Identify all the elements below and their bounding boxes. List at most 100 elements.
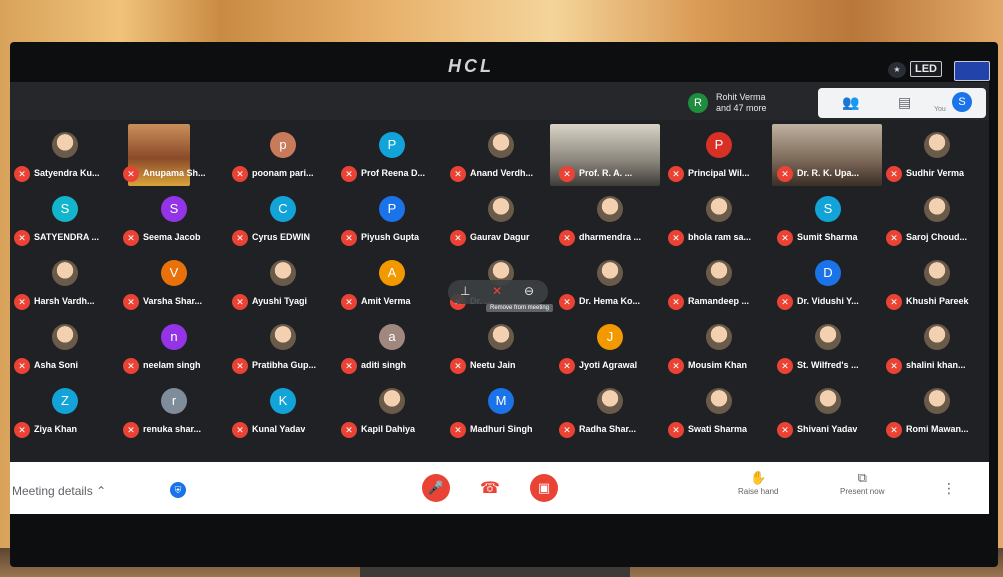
participant-name: SATYENDRA ... (34, 232, 100, 242)
participant-tile[interactable]: Z ✕ Ziya Khan (10, 380, 122, 442)
mic-muted-icon: ✕ (559, 422, 575, 438)
mic-muted-icon: ✕ (559, 230, 575, 246)
participant-tile[interactable]: ✕ bhola ram sa... (664, 188, 776, 250)
participant-tile[interactable]: ✕ Ramandeep ... (664, 252, 776, 314)
mic-muted-icon: ✕ (559, 166, 575, 182)
participant-tile[interactable]: ✕ Satyendra Ku... (10, 124, 122, 186)
participant-tile[interactable]: S ✕ SATYENDRA ... (10, 188, 122, 250)
security-shield-icon[interactable]: ⛨ (170, 482, 186, 498)
participant-tile[interactable]: ✕ Sudhir Verma (882, 124, 989, 186)
participant-tile[interactable]: C ✕ Cyrus EDWIN (228, 188, 340, 250)
mic-muted-icon: ✕ (341, 294, 357, 310)
participant-tile[interactable]: ✕ Neetu Jain (446, 316, 558, 378)
participant-tile[interactable]: J ✕ Jyoti Agrawal (555, 316, 667, 378)
participant-tile[interactable]: n ✕ neelam singh (119, 316, 231, 378)
participant-name: Kapil Dahiya (361, 424, 416, 434)
mic-muted-icon: ✕ (886, 358, 902, 374)
participant-tile[interactable]: ✕ Gaurav Dagur (446, 188, 558, 250)
mic-muted-icon: ✕ (886, 166, 902, 182)
participant-avatar (815, 324, 841, 350)
participant-tile[interactable]: ✕ Kapil Dahiya (337, 380, 449, 442)
participant-tile[interactable]: ✕ dharmendra ... (555, 188, 667, 250)
participant-avatar (488, 132, 514, 158)
participant-name: Seema Jacob (143, 232, 201, 242)
mute-participant-icon[interactable]: ✕ (492, 284, 502, 298)
participant-avatar (706, 196, 732, 222)
participant-avatar: a (379, 324, 405, 350)
participant-tile[interactable]: ✕ Swati Sharma (664, 380, 776, 442)
participant-tile[interactable]: ✕ Anupama Sh... (119, 124, 231, 186)
participant-tile[interactable]: ✕ Dr. R. K. Upa... (773, 124, 885, 186)
participant-tile[interactable]: P ✕ Prof Reena D... (337, 124, 449, 186)
mic-muted-icon: ✕ (886, 294, 902, 310)
participant-tile[interactable]: ✕ Mousim Khan (664, 316, 776, 378)
participant-tile[interactable]: ✕ Prof. R. A. ... (555, 124, 667, 186)
participant-name: dharmendra ... (579, 232, 642, 242)
participant-tile[interactable]: P ✕ Principal Wil... (664, 124, 776, 186)
participant-avatar: r (161, 388, 187, 414)
meeting-details-button[interactable]: Meeting details ⌃ (12, 484, 106, 498)
participant-tile[interactable]: ✕ Anand Verdh... (446, 124, 558, 186)
mic-off-icon: 🎤 (427, 480, 445, 495)
participant-name: Romi Mawan... (906, 424, 969, 434)
participant-avatar (924, 196, 950, 222)
people-icon[interactable]: 👥 (842, 94, 859, 111)
participant-avatar: P (379, 132, 405, 158)
participant-tile[interactable]: ✕ Harsh Vardh... (10, 252, 122, 314)
participant-tile[interactable]: r ✕ renuka shar... (119, 380, 231, 442)
more-options-icon[interactable]: ⋮ (942, 480, 956, 497)
participant-tile[interactable]: ✕ St. Wilfred's ... (773, 316, 885, 378)
participant-tile[interactable]: ✕ shalini khan... (882, 316, 989, 378)
participant-tile[interactable]: a ✕ aditi singh (337, 316, 449, 378)
mic-muted-icon: ✕ (14, 422, 30, 438)
participant-tile[interactable]: P ✕ Piyush Gupta (337, 188, 449, 250)
meeting-details-label: Meeting details (12, 484, 93, 498)
participant-name: Sudhir Verma (906, 168, 965, 178)
self-avatar[interactable]: S (952, 92, 972, 112)
present-icon: ⧉ (857, 470, 867, 485)
participant-name: renuka shar... (143, 424, 202, 434)
mic-muted-icon: ✕ (232, 422, 248, 438)
participant-tile[interactable]: p ✕ poonam pari... (228, 124, 340, 186)
participant-tile[interactable]: ✕ Pratibha Gup... (228, 316, 340, 378)
presenter-more: and 47 more (716, 103, 767, 113)
presenter-text: Rohit Verma and 47 more (716, 92, 767, 114)
participant-tile[interactable]: S ✕ Sumit Sharma (773, 188, 885, 250)
participant-tile[interactable]: M ✕ Madhuri Singh (446, 380, 558, 442)
participant-avatar (597, 196, 623, 222)
present-now-button[interactable]: ⧉ Present now (840, 470, 884, 496)
participant-name: poonam pari... (252, 168, 314, 178)
participant-avatar: V (161, 260, 187, 286)
participant-tile[interactable]: D ✕ Dr. Vidushi Y... (773, 252, 885, 314)
participant-tile[interactable]: ✕ Saroj Choud... (882, 188, 989, 250)
participant-avatar (270, 260, 296, 286)
participant-tile[interactable]: ✕ Radha Shar... (555, 380, 667, 442)
participant-tile[interactable]: V ✕ Varsha Shar... (119, 252, 231, 314)
mic-muted-icon: ✕ (123, 422, 139, 438)
raise-hand-button[interactable]: ✋ Raise hand (738, 470, 778, 496)
participant-tile[interactable]: K ✕ Kunal Yadav (228, 380, 340, 442)
participant-tile[interactable]: ✕ Ayushi Tyagi (228, 252, 340, 314)
participant-tile[interactable]: ✕ Dr. Hema Ko... (555, 252, 667, 314)
phone-icon: ☎ (480, 480, 500, 497)
chat-icon[interactable]: ▤ (898, 94, 911, 111)
participant-name: Anupama Sh... (143, 168, 206, 178)
participant-name: Gaurav Dagur (470, 232, 530, 242)
participant-tile[interactable]: ✕ Shivani Yadav (773, 380, 885, 442)
mic-muted-icon: ✕ (450, 358, 466, 374)
remove-participant-icon[interactable]: ⊖ (524, 284, 534, 298)
participant-tile[interactable]: ✕ Romi Mawan... (882, 380, 989, 442)
participant-name: Cyrus EDWIN (252, 232, 311, 242)
participant-avatar (488, 196, 514, 222)
participant-name: shalini khan... (906, 360, 966, 370)
participant-tile[interactable]: S ✕ Seema Jacob (119, 188, 231, 250)
camera-off-button[interactable]: ▣ (530, 474, 558, 502)
pin-icon[interactable]: ⊥ (460, 284, 470, 298)
participant-tile[interactable]: A ✕ Amit Verma (337, 252, 449, 314)
participant-avatar (488, 324, 514, 350)
participant-tile[interactable]: ✕ Asha Soni (10, 316, 122, 378)
mic-muted-icon: ✕ (232, 358, 248, 374)
participant-tile[interactable]: ✕ Khushi Pareek (882, 252, 989, 314)
mic-off-button[interactable]: 🎤 (422, 474, 450, 502)
hang-up-button[interactable]: ☎ (480, 478, 500, 498)
